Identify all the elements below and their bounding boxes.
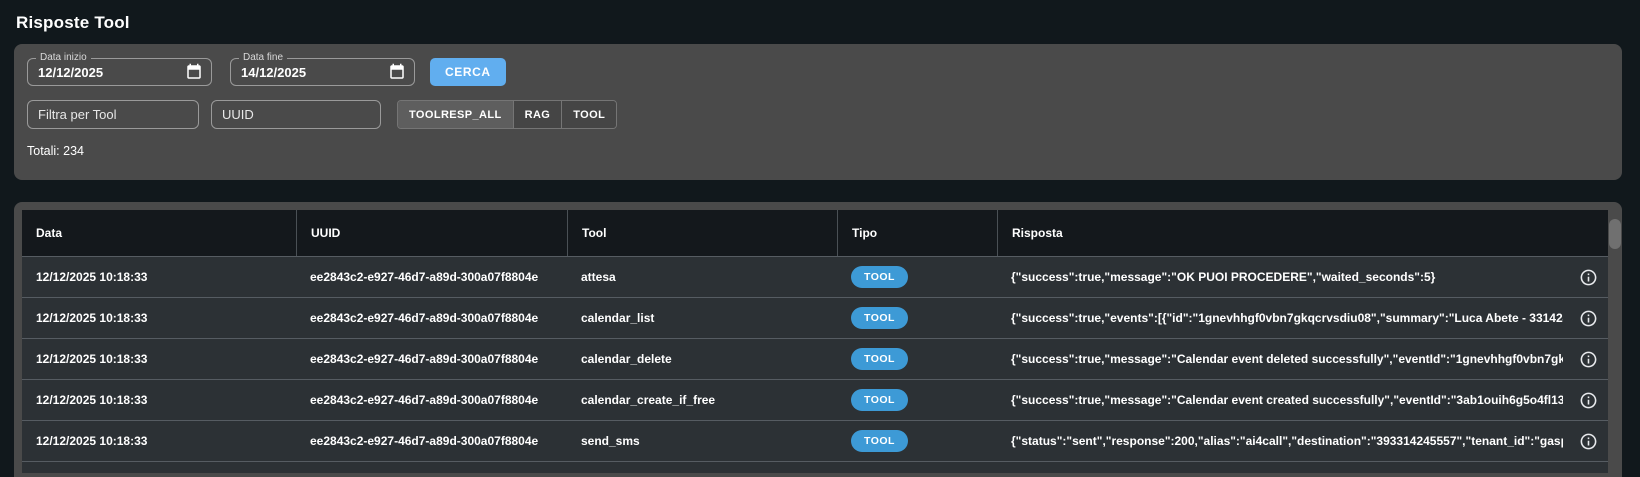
cell-data: 12/12/2025 10:18:33 bbox=[22, 298, 296, 338]
filter-panel: Data inizio Data fine CERCA TOOLRESP_ALL… bbox=[14, 44, 1622, 180]
cell-tipo: TOOL bbox=[837, 257, 997, 297]
type-toggle-group: TOOLRESP_ALL RAG TOOL bbox=[397, 100, 617, 129]
cell-risposta: {"success":true,"message":"Calendar even… bbox=[997, 339, 1608, 379]
tipo-badge: TOOL bbox=[851, 266, 908, 289]
cell-tipo: TOOL bbox=[837, 421, 997, 461]
page-title: Risposte Tool bbox=[16, 10, 1640, 35]
table-row: 12/12/2025 10:18:33 ee2843c2-e927-46d7-a… bbox=[22, 379, 1608, 420]
date-start-input[interactable] bbox=[28, 65, 185, 80]
toggle-rag[interactable]: RAG bbox=[513, 101, 562, 128]
toggle-toolresp-all[interactable]: TOOLRESP_ALL bbox=[398, 101, 513, 128]
table-row: 12/12/2025 10:18:33 ee2843c2-e927-46d7-a… bbox=[22, 338, 1608, 379]
table-header-row: Data UUID Tool Tipo Risposta bbox=[22, 210, 1608, 256]
calendar-icon[interactable] bbox=[388, 63, 406, 81]
cell-risposta: {"success":true,"message":"Calendar even… bbox=[997, 380, 1608, 420]
info-icon[interactable] bbox=[1579, 432, 1598, 451]
tipo-badge: TOOL bbox=[851, 348, 908, 371]
column-header-tipo: Tipo bbox=[837, 210, 997, 256]
info-icon[interactable] bbox=[1579, 309, 1598, 328]
results-table-panel: Data UUID Tool Tipo Risposta 12/12/2025 … bbox=[14, 202, 1622, 477]
toggle-tool[interactable]: TOOL bbox=[561, 101, 616, 128]
cell-tool: send_sms bbox=[567, 421, 837, 461]
date-start-field[interactable]: Data inizio bbox=[27, 58, 212, 86]
table-scrollbar[interactable] bbox=[1609, 219, 1621, 249]
cell-risposta: {"success":true,"message":"OK PUOI PROCE… bbox=[997, 257, 1608, 297]
cell-risposta: {"success":true,"events":[{"id":"1gnevhh… bbox=[997, 298, 1608, 338]
risposta-text: {"success":true,"message":"OK PUOI PROCE… bbox=[1011, 257, 1563, 297]
cell-risposta: {"status":"sent","response":200,"alias":… bbox=[997, 421, 1608, 461]
cell-tool: attesa bbox=[567, 257, 837, 297]
filter-row-dates: Data inizio Data fine CERCA bbox=[27, 58, 1622, 86]
tool-filter-input[interactable] bbox=[27, 100, 199, 129]
cell-uuid: ee2843c2-e927-46d7-a89d-300a07f8804e bbox=[296, 339, 567, 379]
info-icon[interactable] bbox=[1579, 391, 1598, 410]
column-header-risposta: Risposta bbox=[997, 210, 1608, 256]
cell-data: 12/12/2025 10:18:33 bbox=[22, 257, 296, 297]
table-row: 12/12/2025 10:18:33 ee2843c2-e927-46d7-a… bbox=[22, 256, 1608, 297]
uuid-filter-input[interactable] bbox=[211, 100, 381, 129]
column-header-tool: Tool bbox=[567, 210, 837, 256]
table-row-partial bbox=[22, 461, 1608, 473]
info-icon[interactable] bbox=[1579, 268, 1598, 287]
cell-data: 12/12/2025 10:18:33 bbox=[22, 380, 296, 420]
date-end-input[interactable] bbox=[231, 65, 388, 80]
risposta-text: {"status":"sent","response":200,"alias":… bbox=[1011, 421, 1563, 461]
search-button[interactable]: CERCA bbox=[430, 58, 506, 86]
column-header-data: Data bbox=[22, 210, 296, 256]
cell-tipo: TOOL bbox=[837, 298, 997, 338]
cell-data: 12/12/2025 10:18:33 bbox=[22, 339, 296, 379]
cell-tool: calendar_list bbox=[567, 298, 837, 338]
cell-uuid: ee2843c2-e927-46d7-a89d-300a07f8804e bbox=[296, 421, 567, 461]
table-row: 12/12/2025 10:18:33 ee2843c2-e927-46d7-a… bbox=[22, 297, 1608, 338]
calendar-icon[interactable] bbox=[185, 63, 203, 81]
cell-tipo: TOOL bbox=[837, 380, 997, 420]
cell-tool: calendar_delete bbox=[567, 339, 837, 379]
cell-uuid: ee2843c2-e927-46d7-a89d-300a07f8804e bbox=[296, 298, 567, 338]
risposta-text: {"success":true,"message":"Calendar even… bbox=[1011, 380, 1563, 420]
table-row: 12/12/2025 10:18:33 ee2843c2-e927-46d7-a… bbox=[22, 420, 1608, 461]
tipo-badge: TOOL bbox=[851, 307, 908, 330]
tipo-badge: TOOL bbox=[851, 430, 908, 453]
filter-row-inputs: TOOLRESP_ALL RAG TOOL bbox=[27, 100, 1622, 129]
cell-uuid: ee2843c2-e927-46d7-a89d-300a07f8804e bbox=[296, 380, 567, 420]
cell-data: 12/12/2025 10:18:33 bbox=[22, 421, 296, 461]
cell-tipo: TOOL bbox=[837, 339, 997, 379]
cell-uuid: ee2843c2-e927-46d7-a89d-300a07f8804e bbox=[296, 257, 567, 297]
total-count-label: Totali: 234 bbox=[27, 144, 1622, 158]
date-end-field[interactable]: Data fine bbox=[230, 58, 415, 86]
risposta-text: {"success":true,"message":"Calendar even… bbox=[1011, 339, 1563, 379]
info-icon[interactable] bbox=[1579, 350, 1598, 369]
column-header-uuid: UUID bbox=[296, 210, 567, 256]
risposta-text: {"success":true,"events":[{"id":"1gnevhh… bbox=[1011, 298, 1563, 338]
tipo-badge: TOOL bbox=[851, 389, 908, 412]
date-start-label: Data inizio bbox=[36, 52, 91, 64]
date-end-label: Data fine bbox=[239, 52, 287, 64]
cell-tool: calendar_create_if_free bbox=[567, 380, 837, 420]
